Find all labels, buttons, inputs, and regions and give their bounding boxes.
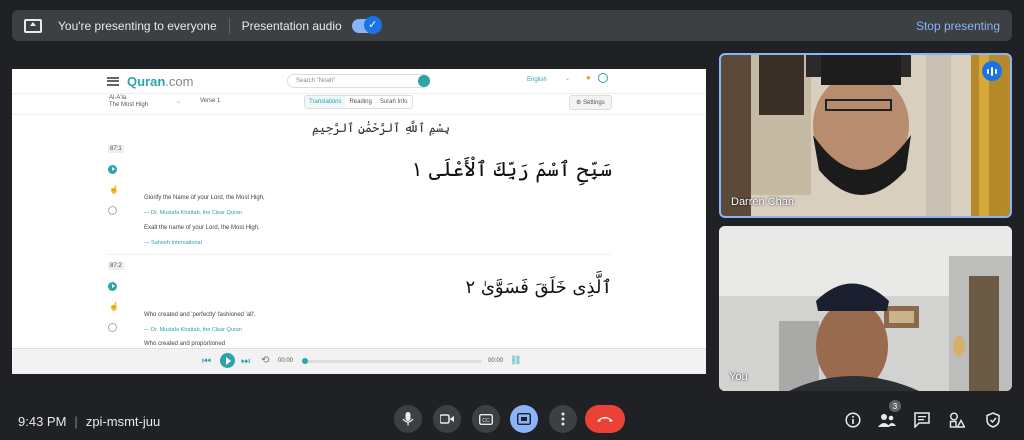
verse-key[interactable]: 87:1 bbox=[108, 145, 124, 153]
check-icon: ✓ bbox=[363, 15, 382, 34]
verse-arabic: سَبِّحِ ٱسْمَ رَبِّكَ ٱلْأَعْلَى ١ bbox=[411, 157, 612, 181]
present-now-button[interactable] bbox=[510, 405, 538, 433]
divider: | bbox=[74, 414, 78, 429]
translation-source[interactable]: — Dr. Mustafa Khattab, the Clear Quran bbox=[144, 327, 242, 333]
hand-icon[interactable]: ☝ bbox=[109, 302, 119, 311]
participant-tile-darren[interactable]: Darren Chan bbox=[719, 53, 1012, 218]
people-icon bbox=[878, 414, 896, 427]
info-icon bbox=[845, 412, 861, 428]
verse-key[interactable]: 87:2 bbox=[108, 262, 124, 270]
chat-button[interactable] bbox=[913, 411, 931, 429]
divider bbox=[107, 254, 610, 255]
surah-selector[interactable]: Al-A'la The Most High bbox=[109, 95, 148, 109]
camera-button[interactable] bbox=[433, 405, 461, 433]
participant-name: You bbox=[729, 371, 748, 383]
translation-text: Glorify the Name of your Lord, the Most … bbox=[144, 195, 265, 201]
logo-main: Quran bbox=[127, 73, 166, 89]
captions-button[interactable]: CC bbox=[472, 405, 500, 433]
people-button[interactable] bbox=[878, 411, 896, 429]
meeting-code: zpi-msmt-juu bbox=[85, 414, 161, 429]
tab-reading[interactable]: Reading bbox=[345, 96, 375, 108]
hang-up-icon bbox=[597, 417, 613, 422]
shield-icon bbox=[986, 412, 1000, 428]
divider bbox=[228, 17, 230, 34]
meeting-info: 9:43 PM | zpi-msmt-juu bbox=[18, 414, 160, 429]
search-input[interactable]: Search "Noah" bbox=[287, 74, 430, 88]
divider bbox=[12, 114, 706, 115]
more-icon[interactable] bbox=[108, 206, 117, 215]
activities-button[interactable] bbox=[948, 411, 966, 429]
repeat-icon[interactable]: ⟲ bbox=[261, 355, 269, 366]
hand-icon[interactable]: ☝ bbox=[109, 185, 119, 194]
host-controls-button[interactable] bbox=[984, 411, 1002, 429]
verse-selector[interactable]: Verse 1 bbox=[200, 98, 220, 104]
previous-icon[interactable]: ⏮ bbox=[202, 356, 211, 367]
globe-icon[interactable] bbox=[598, 73, 608, 83]
logo-suffix: .com bbox=[165, 73, 194, 89]
total-time: 00:00 bbox=[488, 358, 504, 364]
meeting-details-button[interactable] bbox=[844, 411, 862, 429]
current-time: 00:00 bbox=[278, 358, 294, 364]
view-tabs: Translations Reading Surah Info bbox=[304, 95, 413, 109]
location-pin-icon[interactable]: ● bbox=[586, 73, 591, 82]
audio-player: ⏮ ⏭ ⟲ 00:00 00:00 ⛓ bbox=[12, 348, 706, 374]
translation-source[interactable]: — Dr. Mustafa Khattab, the Clear Quran bbox=[144, 210, 242, 216]
more-vert-icon bbox=[561, 412, 565, 426]
more-icon[interactable] bbox=[108, 323, 117, 332]
settings-label: Settings bbox=[583, 100, 605, 106]
participant-video bbox=[719, 226, 1012, 391]
language-select[interactable]: English bbox=[527, 77, 547, 83]
translation-text: Who created and 'perfectly' fashioned 'a… bbox=[144, 312, 256, 318]
tab-translations[interactable]: Translations bbox=[305, 96, 346, 108]
next-icon[interactable]: ⏭ bbox=[241, 356, 250, 367]
participant-name: Darren Chan bbox=[731, 196, 794, 208]
presentation-audio-label: Presentation audio bbox=[241, 18, 342, 33]
play-icon[interactable] bbox=[220, 353, 235, 368]
settings-button[interactable]: ⚙ Settings bbox=[569, 95, 612, 110]
microphone-icon bbox=[402, 412, 414, 426]
participant-video bbox=[721, 55, 1010, 216]
search-icon[interactable] bbox=[418, 75, 430, 87]
shared-screen: Quran.com Search "Noah" English ⌄ ● Al-A… bbox=[12, 69, 706, 374]
play-icon[interactable] bbox=[108, 165, 117, 174]
surah-meaning: The Most High bbox=[109, 102, 149, 108]
link-icon[interactable]: ⛓ bbox=[510, 355, 521, 366]
camera-icon bbox=[440, 414, 454, 424]
play-icon[interactable] bbox=[108, 282, 117, 291]
quran-navbar: Quran.com Search "Noah" English ⌄ ● bbox=[12, 69, 706, 93]
speaking-indicator-icon bbox=[982, 61, 1002, 81]
bismillah: بِسْمِ ٱللَّهِ ٱلرَّحْمَٰنِ ٱلرَّحِيمِ bbox=[312, 121, 451, 135]
menu-icon[interactable] bbox=[107, 76, 119, 86]
people-count-badge: 3 bbox=[889, 400, 901, 412]
present-screen-icon bbox=[517, 413, 531, 425]
stop-presenting-button[interactable]: Stop presenting bbox=[916, 19, 1000, 33]
divider bbox=[12, 93, 706, 94]
seek-bar[interactable] bbox=[302, 360, 482, 363]
verse-arabic: ٱلَّذِى خَلَقَ فَسَوَّىٰ ٢ bbox=[465, 277, 612, 298]
microphone-button[interactable] bbox=[394, 405, 422, 433]
chevron-down-icon: ⌄ bbox=[176, 99, 182, 105]
present-screen-icon bbox=[24, 18, 42, 33]
activities-icon bbox=[949, 412, 965, 428]
tab-surah-info[interactable]: Surah Info bbox=[376, 96, 412, 108]
chevron-down-icon: ⌄ bbox=[565, 76, 571, 82]
chat-icon bbox=[914, 412, 930, 428]
leave-call-button[interactable] bbox=[585, 405, 625, 433]
surah-subnav: Al-A'la The Most High ⌄ Verse 1 Translat… bbox=[12, 95, 706, 113]
svg-text:CC: CC bbox=[482, 418, 490, 424]
presentation-audio-toggle[interactable]: ✓ bbox=[351, 15, 382, 34]
clock-time: 9:43 PM bbox=[18, 414, 67, 429]
participant-tile-you[interactable]: You bbox=[719, 226, 1012, 391]
translation-source[interactable]: — Saheeh International bbox=[144, 240, 202, 246]
presenting-bar: You're presenting to everyone Presentati… bbox=[12, 10, 1012, 41]
presenting-text: You're presenting to everyone bbox=[58, 18, 217, 33]
quran-logo[interactable]: Quran.com bbox=[127, 74, 193, 89]
captions-icon: CC bbox=[479, 413, 493, 425]
translation-text: Who created and proportioned bbox=[144, 341, 226, 347]
gear-icon: ⚙ bbox=[576, 100, 584, 106]
surah-name: Al-A'la bbox=[109, 95, 127, 101]
seek-handle[interactable] bbox=[302, 358, 308, 364]
translation-text: Exalt the name of your Lord, the Most Hi… bbox=[144, 225, 260, 231]
more-options-button[interactable] bbox=[549, 405, 577, 433]
